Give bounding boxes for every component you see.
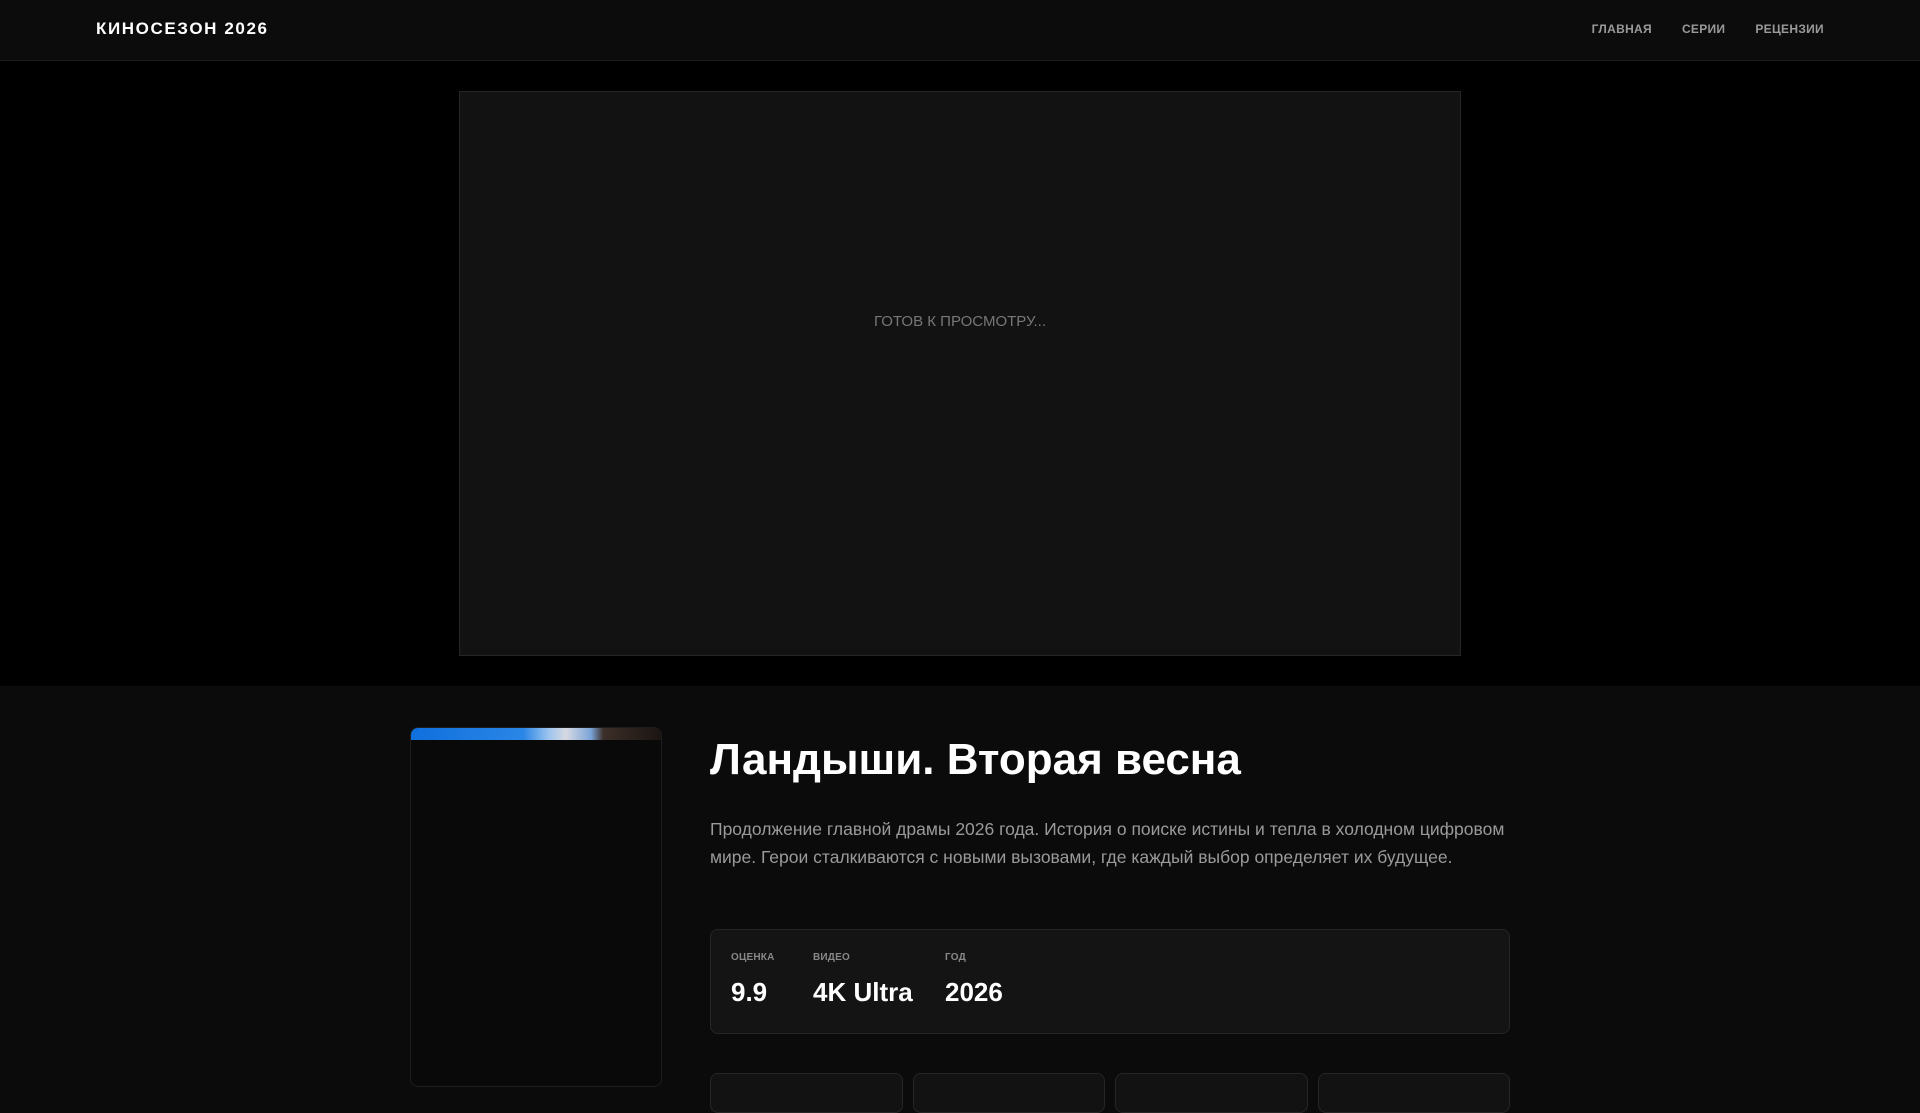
stat-value: 4K Ultra [813,977,913,1007]
action-buttons [710,1073,1510,1113]
action-button[interactable] [1115,1073,1308,1113]
player-stage: ГОТОВ К ПРОСМОТРУ... [0,61,1920,686]
stat-year: ГОД 2026 [945,952,1003,1008]
player-status: ГОТОВ К ПРОСМОТРУ... [873,313,1046,330]
site-header: КИНОСЕЗОН 2026 ГЛАВНАЯ СЕРИИ РЕЦЕНЗИИ [0,0,1920,61]
poster-image [411,728,661,740]
stat-label: ГОД [945,952,966,963]
movie-description: Продолжение главной драмы 2026 года. Ист… [710,819,1505,867]
stat-video: ВИДЕО 4K Ultra [813,952,913,1008]
stat-rating: ОЦЕНКА 9.9 [731,952,775,1008]
main-nav: ГЛАВНАЯ СЕРИИ РЕЦЕНЗИИ [1592,22,1824,36]
stat-label: ВИДЕО [813,952,850,963]
stat-value: 9.9 [731,977,768,1007]
stat-label: ОЦЕНКА [731,952,775,963]
nav-home[interactable]: ГЛАВНАЯ [1592,22,1652,36]
movie-title: Ландыши. Вторая весна [710,735,1241,784]
stat-value: 2026 [945,977,1003,1007]
action-button[interactable] [710,1073,903,1113]
action-button[interactable] [1317,1073,1510,1113]
video-player[interactable]: ГОТОВ К ПРОСМОТРУ... [459,91,1461,656]
nav-reviews[interactable]: РЕЦЕНЗИИ [1755,22,1824,36]
movie-stats: ОЦЕНКА 9.9 ВИДЕО 4K Ultra ГОД 2026 [710,929,1510,1034]
nav-episodes[interactable]: СЕРИИ [1682,22,1725,36]
site-logo[interactable]: КИНОСЕЗОН 2026 [96,19,269,39]
movie-poster [410,727,662,1087]
action-button[interactable] [912,1073,1105,1113]
